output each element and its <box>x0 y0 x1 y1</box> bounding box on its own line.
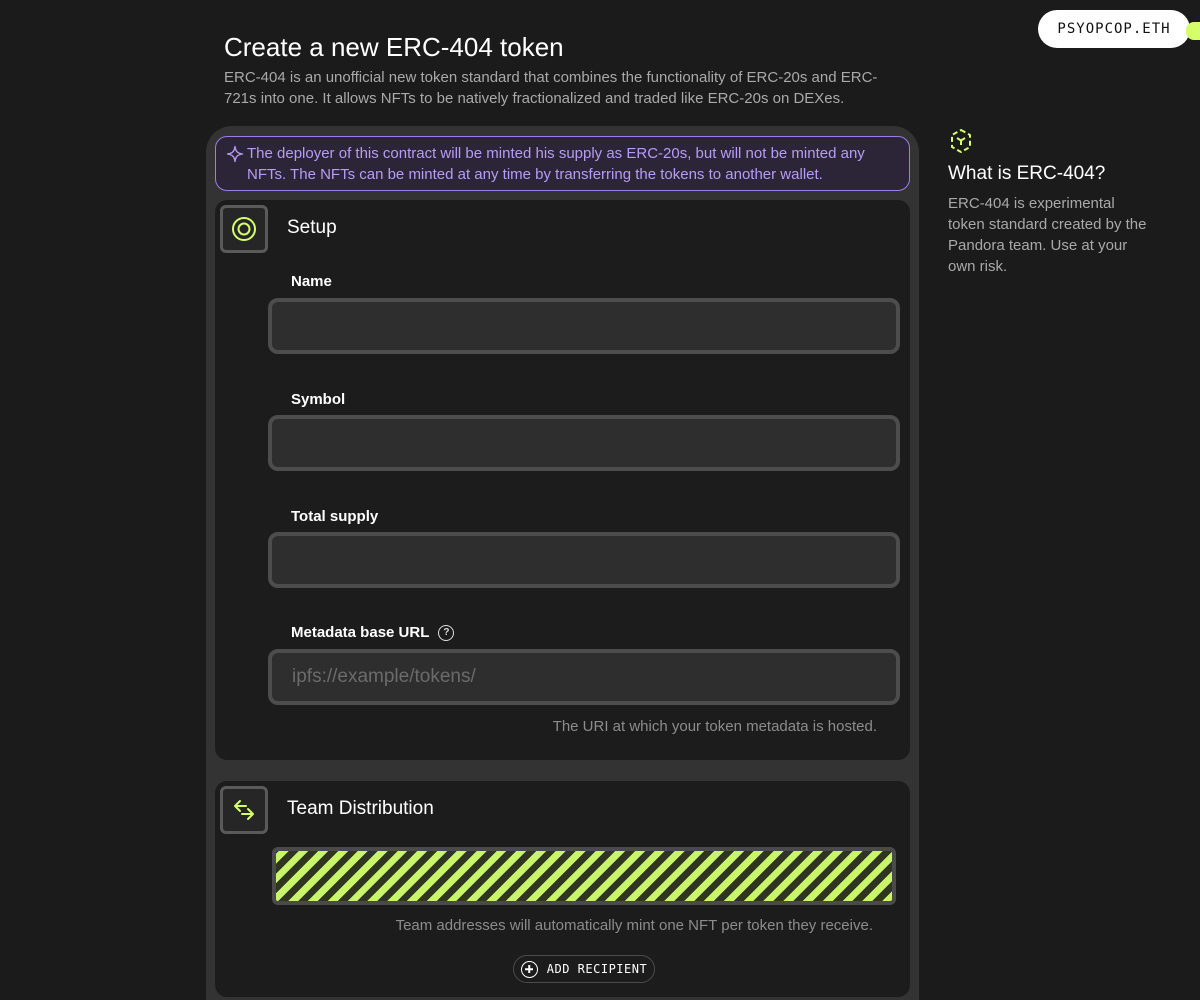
symbol-input[interactable] <box>268 415 900 471</box>
add-recipient-button[interactable]: ADD RECIPIENT <box>513 955 655 983</box>
wallet-label: PSYOPCOP.ETH <box>1057 21 1171 37</box>
total-supply-input[interactable] <box>268 532 900 588</box>
metadata-url-input[interactable] <box>268 649 900 705</box>
add-recipient-label: ADD RECIPIENT <box>546 962 648 976</box>
aside-text: ERC-404 is experimental token standard c… <box>948 195 1147 275</box>
total-supply-label: Total supply <box>291 508 379 525</box>
page-title: Create a new ERC-404 token <box>224 32 564 62</box>
wallet-button[interactable]: PSYOPCOP.ETH <box>1038 10 1190 48</box>
metadata-url-hint: The URI at which your token metadata is … <box>552 718 877 735</box>
aside-title: What is ERC-404? <box>948 163 1106 184</box>
team-distribution-hint: Team addresses will automatically mint o… <box>395 917 873 934</box>
symbol-label: Symbol <box>291 391 346 408</box>
team-distribution-bar <box>272 847 896 905</box>
info-banner: The deployer of this contract will be mi… <box>215 136 910 191</box>
question-icon[interactable]: ? <box>438 624 455 641</box>
team-distribution-title: Team Distribution <box>287 798 434 819</box>
target-icon <box>220 205 268 253</box>
plus-circle-icon <box>520 960 538 978</box>
sparkle-icon <box>226 145 244 163</box>
section-connector <box>704 761 910 781</box>
transfer-arrows-icon <box>220 786 268 834</box>
section-connector <box>215 761 421 781</box>
team-distribution-section: Team Distribution Team addresses will au… <box>215 781 910 997</box>
page-description: ERC-404 is an unofficial new token stand… <box>224 69 878 107</box>
name-label: Name <box>291 273 332 290</box>
setup-section: Setup Name Symbol Total supply Metadata … <box>215 200 910 760</box>
wallet-accent <box>1186 22 1200 40</box>
cube-logo-icon <box>951 129 971 153</box>
metadata-url-label: Metadata base URL ? <box>291 624 455 641</box>
setup-title: Setup <box>287 217 337 238</box>
name-input[interactable] <box>268 298 900 354</box>
info-banner-text: The deployer of this contract will be mi… <box>247 145 865 183</box>
